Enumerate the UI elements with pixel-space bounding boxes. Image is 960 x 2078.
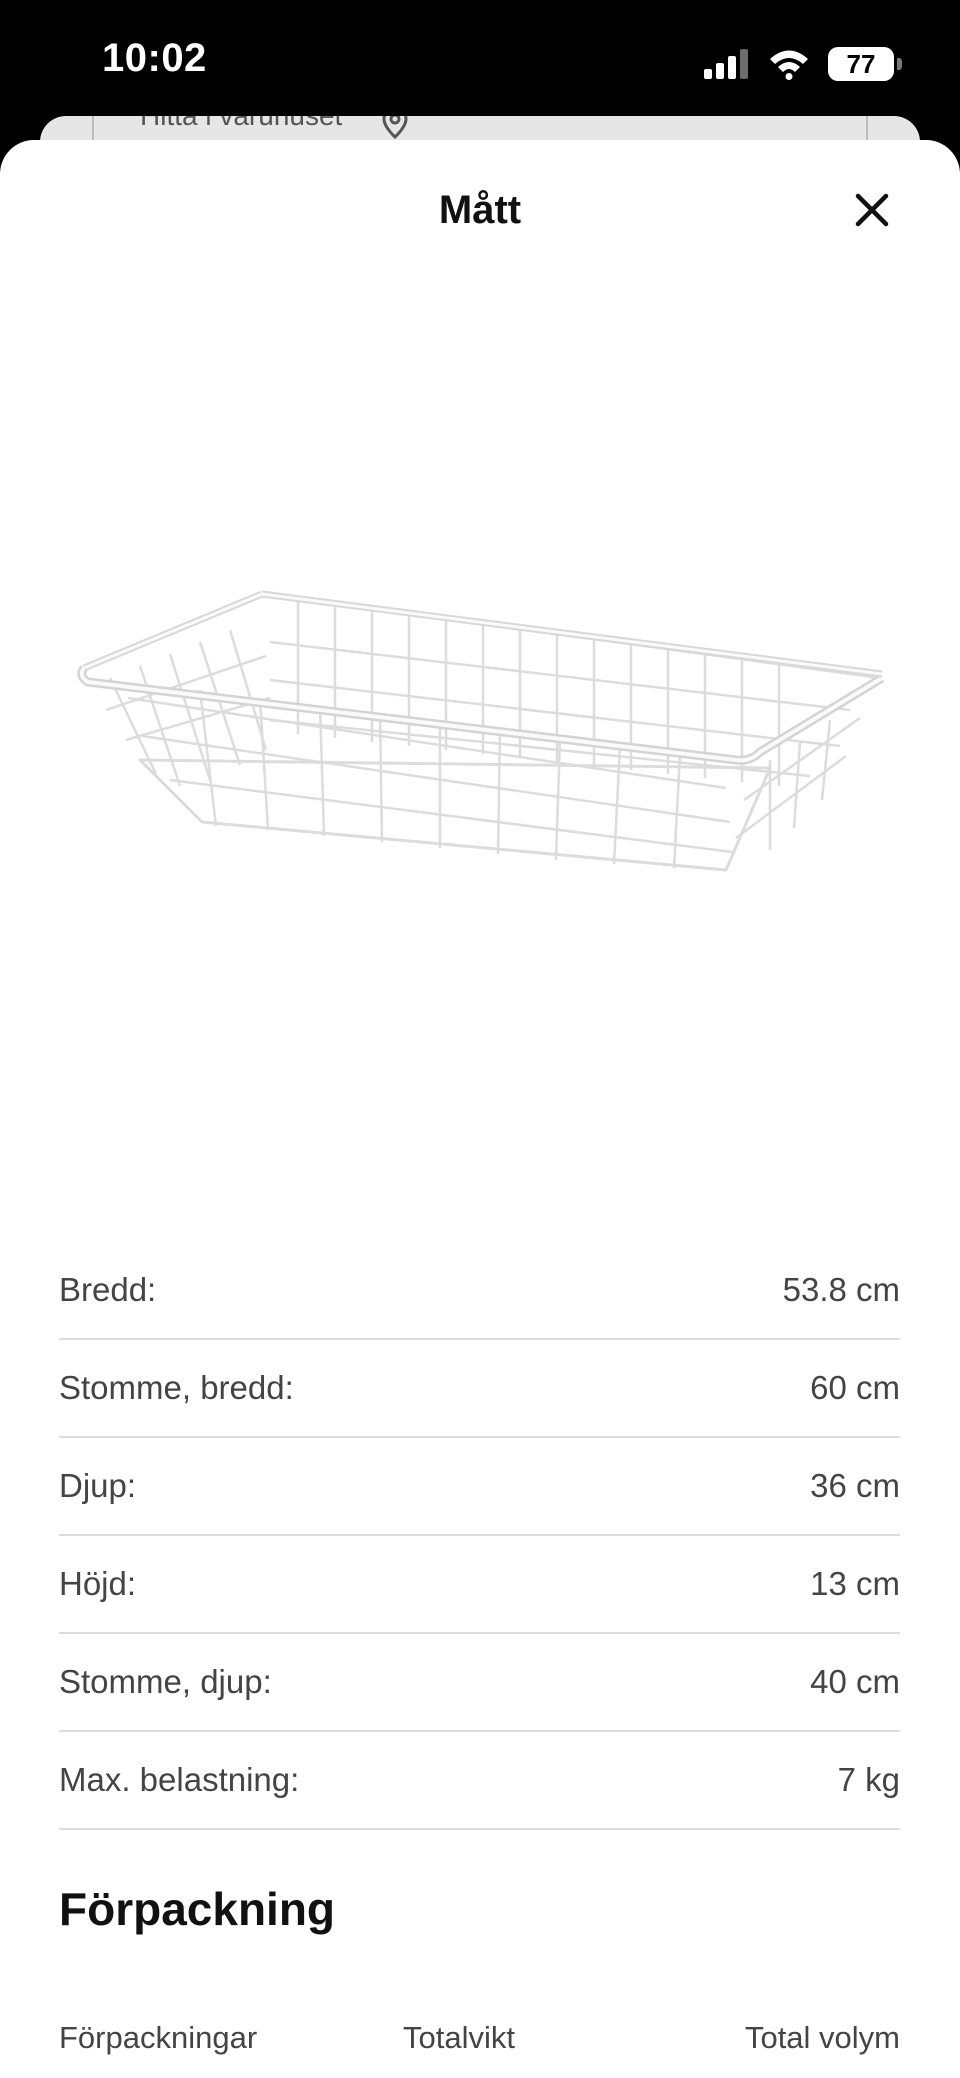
- wifi-icon: [770, 50, 808, 80]
- column-header-packages: Förpackningar: [59, 2020, 258, 2055]
- status-time: 10:02: [102, 36, 207, 80]
- dimension-value: 13 cm: [810, 1565, 900, 1602]
- dimension-label: Höjd:: [59, 1565, 137, 1602]
- dimension-row: Stomme, djup: 40 cm: [59, 1634, 900, 1732]
- status-icons: 77: [704, 44, 902, 84]
- dimension-value: 36 cm: [810, 1467, 900, 1504]
- sheet-title: Mått: [438, 188, 522, 232]
- dimension-value: 53.8 cm: [782, 1271, 900, 1308]
- status-bar: 10:02 77: [0, 0, 960, 130]
- dimension-label: Bredd:: [59, 1271, 157, 1308]
- dimension-row: Max. belastning: 7 kg: [59, 1732, 900, 1830]
- cellular-signal-icon: [704, 49, 748, 79]
- dimension-row: Djup: 36 cm: [59, 1438, 900, 1536]
- dimension-label: Stomme, djup:: [59, 1663, 272, 1700]
- dimensions-list: Bredd: 53.8 cm Stomme, bredd: 60 cm Djup…: [59, 1242, 900, 1830]
- packaging-table-header: Förpackningar Totalvikt Total volym: [59, 2020, 900, 2064]
- find-in-store-link: Hitta i varuhuset: [140, 116, 342, 132]
- battery-level: 77: [846, 49, 876, 79]
- dimension-label: Stomme, bredd:: [59, 1369, 294, 1406]
- dimension-row: Höjd: 13 cm: [59, 1536, 900, 1634]
- dimension-value: 40 cm: [810, 1663, 900, 1700]
- close-icon: [855, 193, 889, 227]
- dimension-value: 7 kg: [837, 1761, 900, 1798]
- location-pin-icon: [382, 116, 408, 140]
- dimension-label: Djup:: [59, 1467, 137, 1504]
- battery-icon: 77: [828, 47, 902, 81]
- dimension-label: Max. belastning:: [59, 1761, 300, 1798]
- close-button[interactable]: [846, 184, 898, 236]
- dimensions-sheet: Mått Bredd: 53.8 cm Stomme, bredd: 60 cm…: [0, 140, 960, 2078]
- column-header-total-volume: Total volym: [744, 2020, 900, 2055]
- column-header-total-weight: Totalvikt: [403, 2020, 515, 2055]
- battery-nub: [897, 58, 902, 70]
- dimension-row: Stomme, bredd: 60 cm: [59, 1340, 900, 1438]
- dimension-row: Bredd: 53.8 cm: [59, 1242, 900, 1340]
- wire-basket-image: [77, 590, 885, 872]
- dimension-value: 60 cm: [810, 1369, 900, 1406]
- packaging-heading: Förpackning: [59, 1883, 336, 1935]
